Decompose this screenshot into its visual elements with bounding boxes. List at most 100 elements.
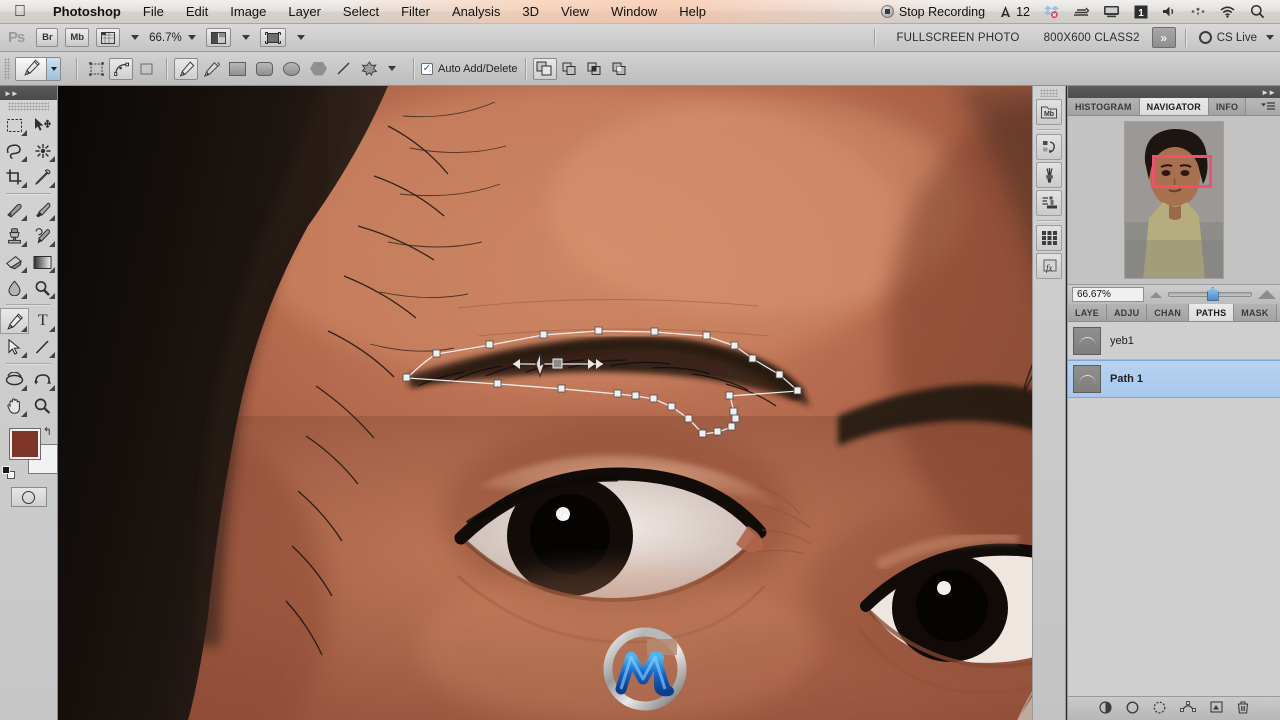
navigator-zoom-slider-thumb[interactable]	[1206, 287, 1219, 301]
rectangle-tool-option-button[interactable]	[229, 61, 246, 76]
menu-window[interactable]: Window	[600, 0, 668, 24]
quick-selection-tool[interactable]	[29, 138, 58, 164]
tab-navigator[interactable]: NAVIGATOR	[1139, 98, 1209, 115]
paths-mode-button[interactable]	[109, 57, 133, 80]
fill-pixels-mode-button[interactable]	[134, 58, 158, 80]
eyedropper-tool[interactable]	[29, 164, 58, 190]
display-icon[interactable]	[1096, 0, 1127, 24]
tool-preset-picker[interactable]	[15, 56, 61, 81]
menu-layer[interactable]: Layer	[277, 0, 332, 24]
3d-object-rotate-tool[interactable]	[0, 367, 29, 393]
default-colors-icon[interactable]	[2, 466, 15, 479]
brush-panel-icon[interactable]	[1036, 162, 1062, 188]
tab-histogram[interactable]: HISTOGRAM	[1068, 98, 1140, 115]
pen-tool[interactable]	[0, 308, 29, 334]
navigator-zoom-input[interactable]: 66.67%	[1072, 287, 1144, 302]
crop-tool[interactable]	[0, 164, 29, 190]
options-bar-grip[interactable]	[4, 57, 10, 80]
view-extras-button[interactable]	[96, 28, 121, 47]
path-row-path-1[interactable]: Path 1	[1068, 360, 1280, 398]
panel-dock-collapse-bar[interactable]: ►►	[1068, 86, 1280, 98]
battery-status-item[interactable]: 12	[992, 0, 1037, 24]
navigator-view-rectangle[interactable]	[1152, 155, 1212, 188]
launch-bridge-button[interactable]: Br	[36, 28, 59, 47]
make-work-path-icon[interactable]	[1180, 701, 1196, 716]
geometry-options-caret-icon[interactable]	[388, 66, 396, 71]
cs-live-button[interactable]: CS Live	[1198, 31, 1274, 44]
polygon-tool-option-button[interactable]	[310, 61, 327, 76]
wifi-icon[interactable]	[1212, 0, 1243, 24]
arrange-documents-caret-icon[interactable]	[241, 35, 250, 40]
menu-image[interactable]: Image	[219, 0, 277, 24]
lasso-tool[interactable]	[0, 138, 29, 164]
tab-masks[interactable]: MASK	[1234, 304, 1277, 321]
tab-layers[interactable]: LAYE	[1068, 304, 1107, 321]
ellipse-tool-option-button[interactable]	[283, 61, 300, 76]
delete-path-icon[interactable]	[1237, 700, 1249, 717]
menu-file[interactable]: File	[132, 0, 175, 24]
freeform-pen-tool-option-button[interactable]	[199, 58, 223, 80]
line-tool[interactable]	[29, 334, 58, 360]
fill-path-icon[interactable]	[1099, 700, 1112, 717]
document-canvas[interactable]	[58, 86, 1066, 720]
swap-colors-icon[interactable]: ↰	[43, 425, 52, 438]
clone-source-panel-icon[interactable]	[1036, 190, 1062, 216]
tool-preset-caret-icon[interactable]	[46, 57, 60, 80]
zoom-tool[interactable]	[29, 393, 58, 419]
dropbox-icon[interactable]	[1037, 0, 1066, 24]
tab-paths[interactable]: PATHS	[1189, 304, 1235, 321]
collapse-tools-icon[interactable]: ►►	[4, 89, 19, 98]
workspace-fullscreen-photo[interactable]: FULLSCREEN PHOTO	[896, 32, 1019, 44]
volume-icon[interactable]	[1155, 0, 1184, 24]
line-tool-option-button[interactable]	[332, 58, 356, 80]
menu-photoshop[interactable]: Photoshop	[42, 0, 132, 24]
brush-tool[interactable]	[29, 197, 58, 223]
path-selection-tool[interactable]	[0, 334, 29, 360]
stroke-path-icon[interactable]	[1126, 700, 1139, 717]
rounded-rectangle-tool-option-button[interactable]	[256, 61, 273, 76]
add-to-path-area-button[interactable]	[532, 57, 557, 80]
tab-channels[interactable]: CHAN	[1147, 304, 1190, 321]
history-panel-icon[interactable]	[1036, 134, 1062, 160]
tab-info[interactable]: INFO	[1208, 98, 1247, 115]
input-source-icon[interactable]: 1	[1127, 0, 1155, 24]
scanner-icon[interactable]	[1066, 0, 1096, 24]
menu-select[interactable]: Select	[332, 0, 390, 24]
clone-stamp-tool[interactable]	[0, 223, 29, 249]
move-tool[interactable]	[29, 112, 58, 138]
menu-view[interactable]: View	[550, 0, 600, 24]
menu-3d[interactable]: 3D	[511, 0, 550, 24]
collapse-panels-icon[interactable]: ►►	[1261, 88, 1276, 97]
navigator-panel-menu-icon[interactable]	[1256, 98, 1280, 115]
3d-camera-rotate-tool[interactable]	[29, 367, 58, 393]
view-extras-caret-icon[interactable]	[131, 35, 140, 40]
screen-mode-caret-icon[interactable]	[296, 35, 305, 40]
custom-shape-tool-option-button[interactable]	[357, 58, 381, 80]
navigator-preview[interactable]	[1068, 116, 1280, 284]
quick-mask-mode-button[interactable]	[10, 487, 47, 507]
auto-add-delete-option[interactable]: ✓ Auto Add/Delete	[421, 62, 518, 75]
rectangular-marquee-tool[interactable]	[0, 112, 29, 138]
more-workspaces-button[interactable]: »	[1151, 27, 1176, 48]
styles-panel-icon[interactable]: fx	[1036, 253, 1062, 279]
zoom-out-icon[interactable]	[1150, 291, 1162, 298]
spotlight-search-icon[interactable]	[1243, 0, 1272, 24]
eraser-tool[interactable]	[0, 249, 29, 275]
intersect-path-areas-button[interactable]	[583, 58, 607, 80]
menu-edit[interactable]: Edit	[175, 0, 219, 24]
workspace-800x600-class2[interactable]: 800X600 CLASS2	[1044, 32, 1140, 44]
mini-bridge-icon[interactable]: Mb	[1036, 99, 1062, 125]
stop-recording-status-item[interactable]: Stop Recording	[874, 0, 992, 24]
gradient-tool[interactable]	[29, 249, 58, 275]
navigator-zoom-slider[interactable]	[1168, 287, 1252, 301]
pen-tool-option-button[interactable]	[174, 57, 198, 80]
menu-analysis[interactable]: Analysis	[441, 0, 511, 24]
tools-panel-header[interactable]: ►►	[0, 86, 57, 100]
zoom-level-caret-icon[interactable]	[187, 35, 196, 40]
foreground-color-swatch[interactable]	[10, 429, 40, 459]
load-path-as-selection-icon[interactable]	[1153, 701, 1166, 717]
history-brush-tool[interactable]	[29, 223, 58, 249]
apple-logo-icon[interactable]: 	[14, 3, 26, 20]
menu-help[interactable]: Help	[668, 0, 717, 24]
path-row-yeb1[interactable]: yeb1	[1068, 322, 1280, 360]
